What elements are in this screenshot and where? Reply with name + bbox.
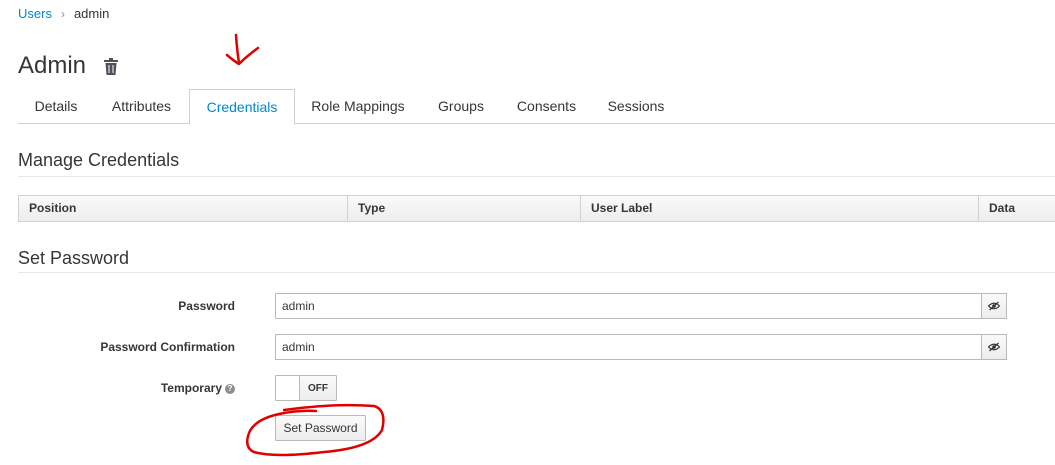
password-confirmation-input[interactable] [275, 334, 981, 360]
set-password-button[interactable]: Set Password [275, 415, 366, 441]
tab-details[interactable]: Details [18, 89, 94, 124]
question-circle-icon[interactable]: ? [225, 383, 235, 394]
eye-slash-icon[interactable] [981, 293, 1007, 319]
tab-consents[interactable]: Consents [501, 89, 592, 124]
credentials-table-header: Position Type User Label Data [18, 195, 1055, 222]
temporary-toggle[interactable]: OFF [275, 375, 337, 401]
password-confirmation-label: Password Confirmation [100, 340, 235, 354]
manage-credentials-title: Manage Credentials [18, 150, 180, 170]
eye-slash-icon[interactable] [981, 334, 1007, 360]
column-header-user-label[interactable]: User Label [581, 196, 979, 221]
breadcrumb: Users › admin [18, 6, 109, 21]
tab-bar: Details Attributes Credentials Role Mapp… [18, 89, 1055, 125]
page-title: Admin [18, 52, 87, 79]
password-input-group [275, 293, 1007, 319]
tab-credentials[interactable]: Credentials [189, 89, 295, 125]
column-header-position[interactable]: Position [19, 196, 348, 221]
temporary-label: Temporary [160, 381, 222, 395]
tab-role-mappings[interactable]: Role Mappings [295, 89, 421, 124]
temporary-label-group: Temporary? [161, 381, 235, 395]
column-header-data[interactable]: Data [979, 196, 1055, 221]
trash-icon[interactable] [104, 58, 118, 75]
tab-attributes[interactable]: Attributes [94, 89, 189, 124]
password-label: Password [178, 299, 235, 313]
tab-sessions[interactable]: Sessions [592, 89, 680, 124]
section-divider [18, 176, 1055, 177]
annotation-arrow-icon [225, 33, 260, 66]
breadcrumb-current: admin [73, 6, 110, 21]
breadcrumb-users-link[interactable]: Users [18, 6, 52, 21]
toggle-state: OFF [300, 376, 336, 400]
column-header-type[interactable]: Type [348, 196, 581, 221]
breadcrumb-separator: › [60, 6, 65, 21]
toggle-knob [276, 376, 300, 400]
password-confirmation-input-group [275, 334, 1007, 360]
section-divider [18, 272, 1055, 273]
password-input[interactable] [275, 293, 981, 319]
set-password-title: Set Password [18, 248, 130, 268]
tab-groups[interactable]: Groups [421, 89, 501, 124]
